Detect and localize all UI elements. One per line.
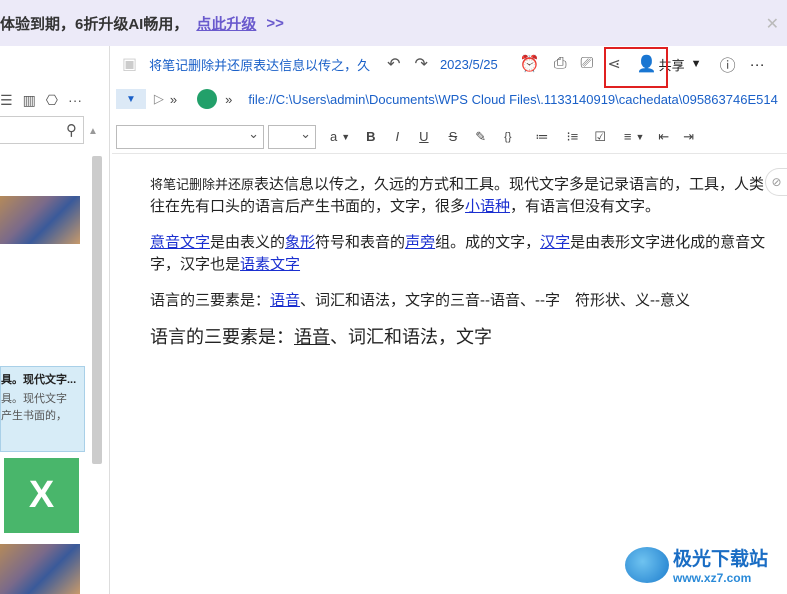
paragraph-text: ，有语言但没有文字。 (510, 198, 661, 215)
watermark-logo-icon (625, 546, 669, 583)
deleted-text: 将笔记删除并还原 (150, 177, 255, 192)
redo-icon[interactable]: ↷ (415, 54, 428, 74)
excel-x-icon[interactable]: X (4, 458, 79, 533)
print-icon[interactable]: ⎙ (554, 55, 567, 73)
share-highlight-box (604, 47, 668, 88)
bullet-list-icon[interactable]: ≔ (536, 129, 549, 145)
note-date: 2023/5/25 (439, 56, 498, 72)
alarm-clock-icon[interactable]: ⏰ (520, 54, 540, 74)
bold-button[interactable]: B (366, 129, 375, 144)
note-title[interactable]: 将笔记删除并还原表达信息以传之，久 (149, 55, 377, 74)
sidebar-search-input[interactable]: ⚲ (0, 116, 84, 144)
watermark-title: 极光下载站 (673, 549, 769, 570)
upgrade-arrows[interactable]: >> (266, 15, 284, 32)
format-toolbar: a ▼ B I U S ✎ {} ≔ ⁝≡ ☑ ≡ ▼ ⇤ ⇥ (112, 120, 787, 154)
font-color-button[interactable]: a (330, 129, 337, 144)
sidebar-toolbar: ☰ ▥ ⎔ ··· (0, 88, 110, 112)
info-icon[interactable]: ⓘ (720, 52, 736, 76)
font-family-select[interactable] (116, 124, 264, 149)
note-body[interactable]: 将笔记删除并还原表达信息以传之，久远的方式和工具。现代文字多是记录语言的，工具，… (150, 174, 770, 362)
present-icon[interactable]: ⎚ (581, 55, 594, 73)
note-thumbnail[interactable] (0, 196, 80, 244)
sidebar-scrollbar[interactable] (92, 156, 102, 464)
link-yusuwenzi[interactable]: 语素文字 (240, 256, 300, 273)
upgrade-banner: 体验到期，6折升级AI畅用， 点此升级 >> ✕ (0, 0, 787, 46)
chevron-down-icon[interactable]: ▼ (691, 58, 702, 70)
indent-icon[interactable]: ⇥ (683, 129, 694, 145)
expand-icon-2[interactable]: » (225, 92, 232, 107)
paragraph-text: 组。成的文字， (435, 234, 541, 251)
numbered-list-icon[interactable]: ⁝≡ (567, 129, 579, 145)
paragraph-3: 语言的三要素是：语音、词汇和语法，文字的三音--语音、--字 符形状、义--意义 (150, 290, 770, 312)
outdent-icon[interactable]: ⇤ (658, 129, 669, 145)
url-bar: ▼ ▷ » » file://C:\Users\admin\Documents\… (112, 84, 787, 114)
dropdown-icon[interactable]: ▼ (116, 89, 146, 109)
note-thumbnail-2[interactable] (0, 544, 80, 594)
checklist-icon[interactable]: ☑ (594, 129, 606, 145)
more-button[interactable]: ··· (750, 56, 765, 73)
italic-button[interactable]: I (396, 129, 400, 144)
search-icon[interactable]: ⚲ (66, 121, 77, 139)
underlined-text: 语音 (294, 327, 330, 347)
undo-icon[interactable]: ↶ (387, 54, 400, 74)
file-url[interactable]: file://C:\Users\admin\Documents\WPS Clou… (248, 92, 787, 107)
lock-status-icon[interactable] (197, 89, 218, 109)
highlight-pen-icon[interactable]: ✎ (475, 129, 486, 145)
paragraph-4: 语言的三要素是：语音、词汇和语法，文字 (150, 326, 770, 348)
paragraph-1: 将笔记删除并还原表达信息以传之，久远的方式和工具。现代文字多是记录语言的，工具，… (150, 174, 770, 218)
play-icon[interactable]: ▷ (154, 91, 164, 107)
note-card-title: 具。现代文字... (1, 374, 77, 386)
chevron-down-icon[interactable]: ▼ (635, 132, 644, 142)
paragraph-text: 语言的三要素是： (150, 292, 271, 309)
paragraph-text: 、词汇和语法，文字 (330, 327, 492, 347)
upgrade-link[interactable]: 点此升级 (196, 13, 256, 34)
note-toolbar: ▣ 将笔记删除并还原表达信息以传之，久 ↶ ↷ 2023/5/25 ⏰ ⎙ ⎚ … (112, 46, 787, 82)
watermark: 极光下载站 www.xz7.com (625, 544, 768, 585)
link-xiangxing[interactable]: 象形 (285, 234, 315, 251)
close-banner-button[interactable]: ✕ (766, 14, 779, 34)
layout-icon[interactable]: ▥ (23, 92, 36, 109)
strike-button[interactable]: S (449, 129, 458, 144)
underline-button[interactable]: U (419, 129, 428, 144)
paragraph-text: 是由表义的 (210, 234, 286, 251)
notes-sidebar: ☰ ▥ ⎔ ··· ⚲ ▲ 具。现代文字... 具。现代文字 产生书面的， X (0, 46, 110, 594)
list-view-icon[interactable]: ☰ (0, 92, 13, 109)
more-icon[interactable]: ··· (68, 92, 82, 108)
link-xiaoyuzhong[interactable]: 小语种 (465, 198, 510, 215)
scroll-up-icon[interactable]: ▲ (88, 126, 98, 137)
expand-icon[interactable]: » (170, 92, 177, 107)
note-icon: ▣ (122, 56, 138, 73)
link-hanzi[interactable]: 汉字 (540, 234, 570, 251)
link-yiyinwenzi[interactable]: 意音文字 (150, 234, 210, 251)
font-size-select[interactable] (268, 124, 316, 149)
note-card-selected[interactable]: 具。现代文字... 具。现代文字 产生书面的， (0, 366, 85, 452)
note-card-line2: 产生书面的， (1, 410, 67, 422)
banner-text: 体验到期，6折升级AI畅用， (0, 15, 189, 33)
paragraph-text: 符号和表音的 (315, 234, 406, 251)
align-icon[interactable]: ≡ (624, 129, 632, 144)
note-card-line1: 具。现代文字 (1, 393, 67, 405)
chevron-down-icon[interactable]: ▼ (341, 132, 350, 142)
watermark-url: www.xz7.com (673, 571, 752, 585)
lock-icon[interactable]: ⎔ (46, 92, 58, 109)
paragraph-text: 语言的三要素是： (150, 327, 294, 347)
paragraph-2: 意音文字是由表义的象形符号和表音的声旁组。成的文字，汉字是由表形文字进化成的意音… (150, 232, 770, 276)
link-shengpang[interactable]: 声旁 (405, 234, 435, 251)
paragraph-text: 、词汇和语法，文字的三音--语音、--字 符形状、义--意义 (300, 292, 691, 309)
link-yuyin[interactable]: 语音 (270, 292, 300, 309)
code-button[interactable]: {} (504, 131, 511, 143)
link-side-icon[interactable]: ⊘ (765, 168, 787, 196)
